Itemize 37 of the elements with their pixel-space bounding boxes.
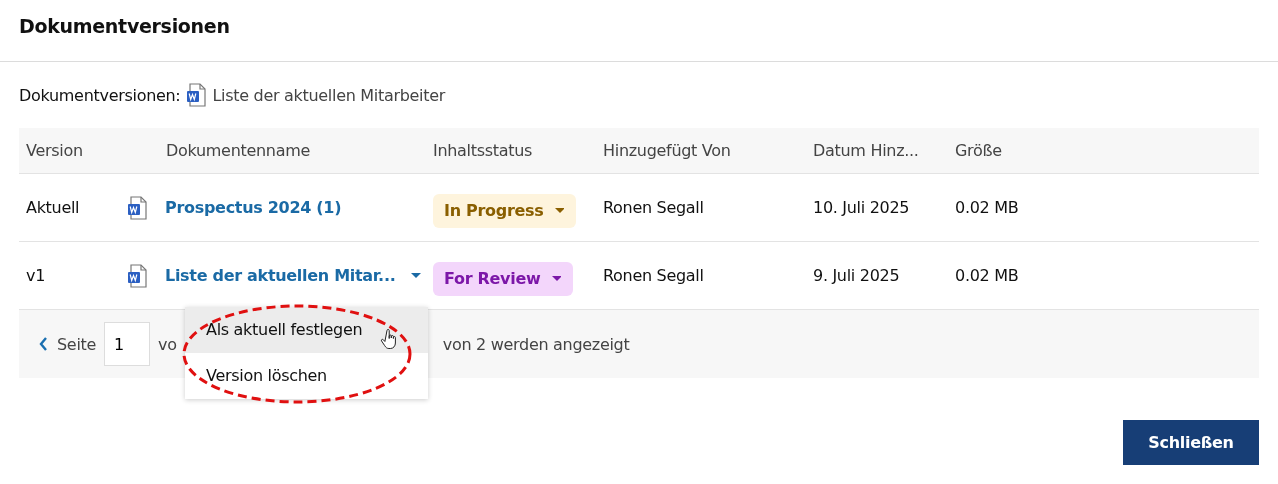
dialog-title: Dokumentversionen bbox=[18, 14, 231, 39]
caret-icon bbox=[555, 208, 565, 213]
caret-icon bbox=[411, 272, 423, 279]
menu-item[interactable]: Version löschen bbox=[185, 353, 428, 399]
table-cell-text: 0.02 MB bbox=[954, 198, 1020, 217]
column-header: Hinzugefügt Von bbox=[602, 141, 732, 160]
column-header: Größe bbox=[954, 141, 1003, 160]
word-document-icon bbox=[186, 83, 207, 107]
column-header: Dokumentenname bbox=[165, 141, 312, 160]
table-cell-text: Aktuell bbox=[25, 198, 81, 217]
caret-icon bbox=[552, 276, 562, 281]
close-button[interactable]: Schließen bbox=[1123, 420, 1259, 465]
column-header: Version bbox=[25, 141, 84, 160]
status-dropdown[interactable]: For Review bbox=[433, 261, 574, 296]
column-header: Datum Hinz... bbox=[812, 141, 920, 160]
page-input[interactable]: 1 bbox=[104, 322, 151, 366]
subtitle-label: Dokumentversionen: bbox=[19, 85, 181, 105]
table-cell-text: 0.02 MB bbox=[954, 266, 1020, 285]
document-link[interactable]: Prospectus 2024 (1) bbox=[165, 198, 342, 217]
document-link[interactable]: Liste der aktuellen Mitar... bbox=[165, 266, 396, 285]
dropdown-button[interactable] bbox=[411, 272, 423, 279]
document-name: Liste der aktuellen Mitarbeiter bbox=[212, 85, 446, 105]
pagination-text: von 2 werden angezeigt bbox=[442, 334, 630, 354]
table-cell-text: Ronen Segall bbox=[602, 266, 705, 285]
chevron-left-icon bbox=[39, 337, 49, 351]
table-cell-text: 10. Juli 2025 bbox=[812, 198, 911, 217]
status-dropdown[interactable]: In Progress bbox=[433, 193, 577, 228]
table-cell-text: Ronen Segall bbox=[602, 198, 705, 217]
table-cell-text: 9. Juli 2025 bbox=[812, 266, 901, 285]
table-cell-text: v1 bbox=[25, 266, 47, 285]
previous-page-button[interactable] bbox=[39, 337, 49, 351]
pagination-text: vo bbox=[158, 334, 177, 354]
page-label: Seite bbox=[57, 334, 97, 354]
word-document-icon bbox=[127, 263, 147, 288]
menu-item[interactable]: Als aktuell festlegen bbox=[185, 307, 428, 353]
word-document-icon bbox=[127, 195, 147, 220]
column-header: Inhaltsstatus bbox=[432, 141, 534, 160]
